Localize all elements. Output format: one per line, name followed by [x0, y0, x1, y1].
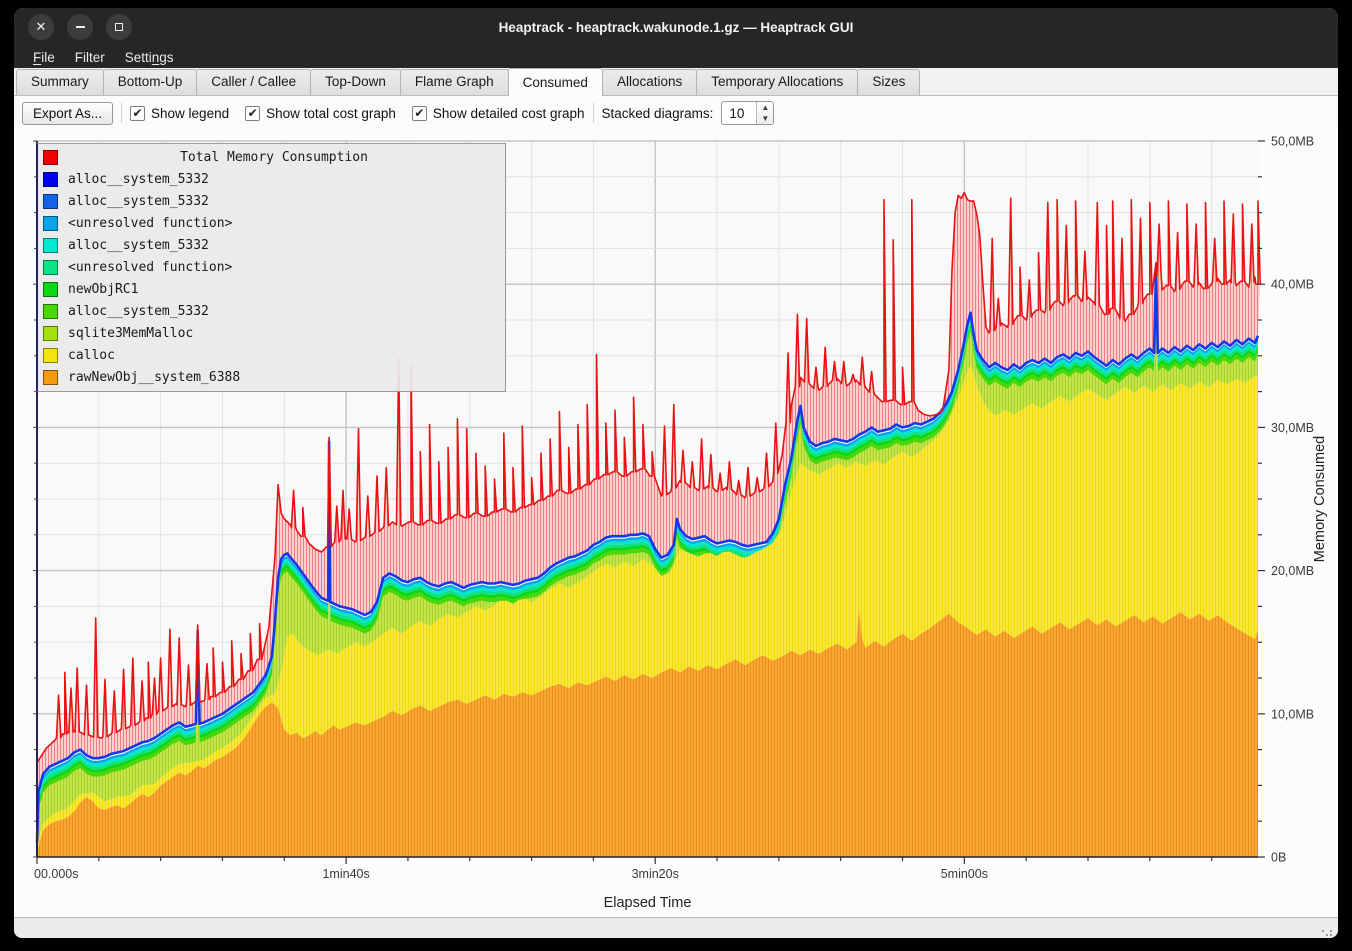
- x-axis-title: Elapsed Time: [604, 895, 692, 911]
- legend-swatch: [43, 326, 58, 341]
- status-bar: [14, 917, 1338, 938]
- svg-text:50,0MB: 50,0MB: [1271, 135, 1314, 149]
- tab-caller-callee[interactable]: Caller / Callee: [196, 69, 311, 95]
- legend-label: sqlite3MemMalloc: [68, 326, 193, 341]
- memory-consumption-chart[interactable]: 00.000s 1min40s 3min20s 5min00s 0B 10,0MB 20,0…: [14, 130, 1338, 917]
- legend-swatch: [43, 216, 58, 231]
- tab-summary[interactable]: Summary: [16, 69, 104, 95]
- toolbar-separator: [593, 103, 594, 123]
- svg-text:5min00s: 5min00s: [941, 867, 988, 881]
- legend-label: rawNewObj__system_6388: [68, 370, 240, 385]
- legend-label: alloc__system_5332: [68, 172, 209, 187]
- toolbar: Export As... ✔ Show legend ✔ Show total cos…: [14, 96, 1338, 130]
- legend-label: <unresolved function>: [68, 216, 232, 231]
- maximize-button[interactable]: [106, 14, 132, 40]
- checkbox-label: Show detailed cost graph: [433, 106, 585, 121]
- stacked-diagrams-label: Stacked diagrams:: [602, 106, 714, 121]
- legend-label: alloc__system_5332: [68, 194, 209, 209]
- checkbox-show-detailed-cost-graph[interactable]: ✔ Show detailed cost graph: [412, 106, 585, 121]
- svg-text:10,0MB: 10,0MB: [1271, 707, 1314, 721]
- svg-text:30,0MB: 30,0MB: [1271, 421, 1314, 435]
- y-axis-title: Memory Consumed: [1312, 436, 1328, 563]
- checkbox-check-icon[interactable]: ✔: [245, 106, 260, 121]
- spinbox-arrows[interactable]: ▲ ▼: [756, 102, 773, 124]
- checkbox-check-icon[interactable]: ✔: [130, 106, 145, 121]
- legend-swatch: [43, 150, 58, 165]
- svg-text:0B: 0B: [1271, 851, 1286, 865]
- svg-text:20,0MB: 20,0MB: [1271, 564, 1314, 578]
- legend-item: <unresolved function>: [38, 256, 505, 278]
- tab-bottom-up[interactable]: Bottom-Up: [103, 69, 198, 95]
- legend-swatch: [43, 348, 58, 363]
- spin-up-icon[interactable]: ▲: [757, 102, 773, 113]
- legend-swatch: [43, 304, 58, 319]
- legend-title-row: Total Memory Consumption: [38, 146, 505, 168]
- svg-text:00.000s: 00.000s: [34, 867, 78, 881]
- legend-swatch: [43, 238, 58, 253]
- window-controls: ✕: [28, 14, 132, 40]
- legend-swatch: [43, 282, 58, 297]
- legend-item: rawNewObj__system_6388: [38, 366, 505, 388]
- legend-item: alloc__system_5332: [38, 190, 505, 212]
- legend-label: <unresolved function>: [68, 260, 232, 275]
- legend-swatch: [43, 172, 58, 187]
- legend-item: calloc: [38, 344, 505, 366]
- resize-grip-icon[interactable]: [1322, 930, 1324, 932]
- stacked-diagrams-spinbox[interactable]: 10 ▲ ▼: [721, 101, 774, 125]
- app-window: ✕ Heaptrack - heaptrack.wakunode.1.gz — …: [14, 8, 1338, 938]
- tab-temporary-allocations[interactable]: Temporary Allocations: [696, 69, 858, 95]
- spinbox-value[interactable]: 10: [722, 102, 756, 124]
- close-button[interactable]: ✕: [28, 14, 54, 40]
- tab-sizes[interactable]: Sizes: [857, 69, 920, 95]
- legend-label: calloc: [68, 348, 115, 363]
- legend-item: alloc__system_5332: [38, 300, 505, 322]
- legend-swatch: [43, 194, 58, 209]
- menu-item-filter[interactable]: Filter: [66, 49, 114, 66]
- legend-label: alloc__system_5332: [68, 238, 209, 253]
- window-title: Heaptrack - heaptrack.wakunode.1.gz — He…: [499, 20, 854, 35]
- legend-label: newObjRC1: [68, 282, 138, 297]
- checkbox-label: Show legend: [151, 106, 229, 121]
- spin-down-icon[interactable]: ▼: [757, 113, 773, 124]
- checkbox-label: Show total cost graph: [266, 106, 396, 121]
- checkbox-show-total-cost-graph[interactable]: ✔ Show total cost graph: [245, 106, 396, 121]
- menu-bar: FileFilterSettings: [14, 46, 1338, 68]
- checkbox-show-legend[interactable]: ✔ Show legend: [130, 106, 229, 121]
- toolbar-separator: [121, 103, 122, 123]
- tab-flame-graph[interactable]: Flame Graph: [400, 69, 509, 95]
- tab-bar: SummaryBottom-UpCaller / CalleeTop-DownF…: [14, 68, 1338, 96]
- svg-text:40,0MB: 40,0MB: [1271, 278, 1314, 292]
- menu-item-settings[interactable]: Settings: [116, 49, 183, 66]
- legend-item: <unresolved function>: [38, 212, 505, 234]
- export-as-button[interactable]: Export As...: [22, 102, 113, 125]
- legend-swatch: [43, 370, 58, 385]
- svg-text:3min20s: 3min20s: [632, 867, 679, 881]
- title-bar: ✕ Heaptrack - heaptrack.wakunode.1.gz — …: [14, 8, 1338, 46]
- tab-consumed[interactable]: Consumed: [508, 68, 603, 96]
- legend-item: alloc__system_5332: [38, 168, 505, 190]
- legend-item: alloc__system_5332: [38, 234, 505, 256]
- minimize-button[interactable]: [67, 14, 93, 40]
- chart-legend: Total Memory Consumption alloc__system_53…: [36, 143, 506, 392]
- tab-top-down[interactable]: Top-Down: [310, 69, 401, 95]
- tab-allocations[interactable]: Allocations: [602, 69, 697, 95]
- legend-label: alloc__system_5332: [68, 304, 209, 319]
- legend-item: newObjRC1: [38, 278, 505, 300]
- checkbox-check-icon[interactable]: ✔: [412, 106, 427, 121]
- legend-swatch: [43, 260, 58, 275]
- legend-item: sqlite3MemMalloc: [38, 322, 505, 344]
- svg-text:1min40s: 1min40s: [322, 867, 369, 881]
- menu-item-file[interactable]: File: [24, 49, 64, 66]
- legend-label: Total Memory Consumption: [68, 150, 480, 165]
